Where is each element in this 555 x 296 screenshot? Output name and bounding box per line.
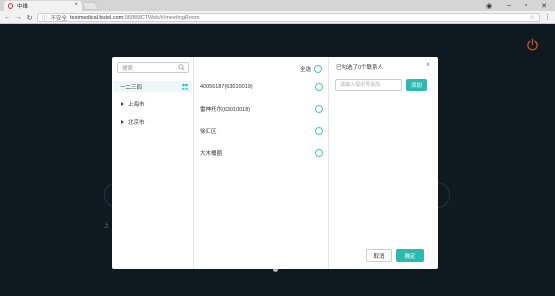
browser-tab[interactable]: 中维 ×: [4, 1, 82, 11]
profile-icon[interactable]: ◉: [480, 0, 498, 11]
list-item[interactable]: 雷神托尔(63010018): [200, 104, 323, 114]
list-item-label: 徐汇区: [200, 129, 217, 135]
add-button[interactable]: 添加: [406, 79, 427, 91]
reload-icon[interactable]: ↻: [24, 12, 35, 23]
url-path: :96/BMCTWeb/#/meetingRoom: [123, 14, 200, 21]
group-members-icon[interactable]: [181, 83, 189, 90]
insecure-label: 不安全: [50, 15, 68, 22]
list-item-label: 大木桶圈: [200, 151, 223, 157]
tree-search-input[interactable]: 搜索: [117, 62, 189, 73]
list-item-label: 40056187(63010019): [200, 84, 253, 90]
org-tree-panel: 搜索 一二三四 上海市 北京市: [112, 57, 194, 269]
list-item-radio[interactable]: [315, 105, 323, 113]
tree-node-label: 上海市: [128, 102, 145, 108]
browser-menu-icon[interactable]: ⋮: [544, 13, 551, 21]
minimize-icon[interactable]: –: [500, 0, 518, 11]
forward-icon[interactable]: →: [13, 12, 24, 23]
url-host: testmedical.butel.com: [70, 14, 124, 21]
confirm-button[interactable]: 确定: [396, 249, 424, 262]
select-all-radio[interactable]: [314, 65, 322, 73]
selected-count-title: 已勾选了0个联系人: [336, 65, 384, 71]
url-field[interactable]: ⓘ 不安全 testmedical.butel.com :96/BMCTWeb/…: [37, 13, 540, 22]
address-bar: ← → ↻ ⓘ 不安全 testmedical.butel.com :96/BM…: [0, 11, 555, 24]
insecure-info-icon[interactable]: ⓘ: [42, 14, 48, 22]
tree-node-shanghai[interactable]: 上海市: [121, 99, 145, 109]
browser-favicon-icon: [8, 3, 13, 9]
back-icon[interactable]: ←: [2, 12, 13, 23]
maximize-icon[interactable]: ▫: [517, 0, 535, 11]
list-item[interactable]: 大木桶圈: [200, 148, 323, 158]
select-contacts-modal: 搜索 一二三四 上海市 北京市 全选 40056187(63010019) 雷神…: [112, 57, 438, 269]
tree-node-label: 北京市: [128, 120, 145, 126]
close-icon[interactable]: ×: [424, 61, 432, 69]
cancel-button[interactable]: 取消: [366, 249, 392, 262]
list-item-radio[interactable]: [315, 149, 323, 157]
tree-node-root[interactable]: 一二三四: [114, 81, 192, 92]
power-icon[interactable]: [526, 38, 539, 51]
caret-right-icon[interactable]: [121, 102, 124, 106]
list-item-label: 雷神托尔(63010018): [200, 107, 251, 113]
list-item[interactable]: 徐汇区: [200, 126, 323, 136]
select-all-label: 全选: [299, 67, 311, 73]
contact-list-panel: 全选 40056187(63010019) 雷神托尔(63010018) 徐汇区…: [194, 57, 329, 269]
window-close-icon[interactable]: ✕: [535, 0, 553, 11]
video-number-input[interactable]: [335, 79, 402, 91]
selected-panel: 已勾选了0个联系人 × 添加 取消 确定: [329, 57, 438, 269]
bg-left-label: 上: [104, 223, 110, 229]
tree-node-root-label: 一二三四: [120, 84, 143, 91]
new-tab-button[interactable]: [81, 2, 99, 10]
list-item[interactable]: 40056187(63010019): [200, 82, 323, 92]
tree-search-placeholder: 搜索: [122, 65, 134, 72]
search-icon[interactable]: [178, 64, 185, 71]
tab-close-icon[interactable]: ×: [74, 2, 78, 8]
caret-right-icon[interactable]: [121, 120, 124, 124]
tree-node-beijing[interactable]: 北京市: [121, 117, 145, 127]
tab-title: 中维: [17, 4, 29, 10]
browser-tab-bar: 中维 × ◉ – ▫ ✕: [0, 0, 555, 11]
list-item-radio[interactable]: [315, 83, 323, 91]
bookmark-star-icon[interactable]: ☆: [530, 14, 535, 21]
select-all-toggle[interactable]: 全选: [300, 65, 322, 73]
list-item-radio[interactable]: [315, 127, 323, 135]
